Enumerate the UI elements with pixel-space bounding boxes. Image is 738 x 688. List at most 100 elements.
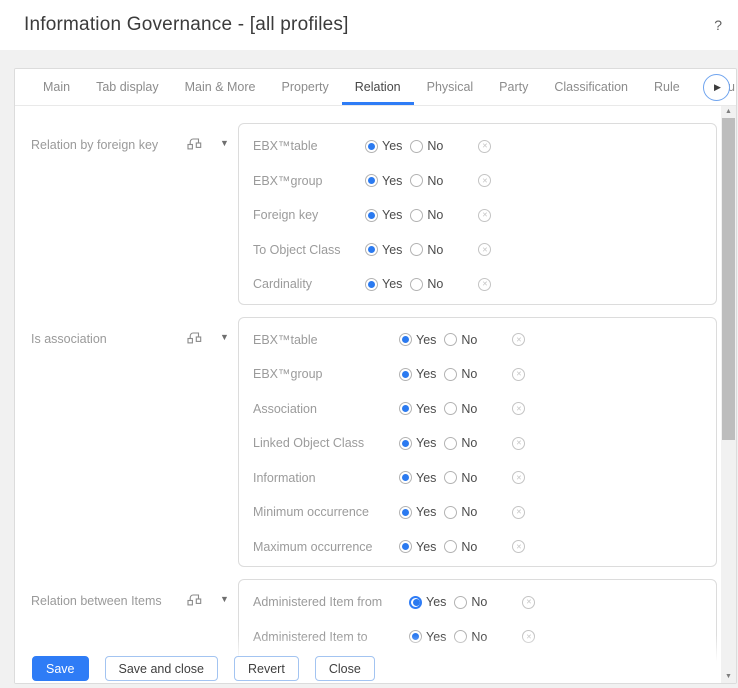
radio-yes-circle[interactable] — [365, 243, 378, 256]
radio-yes[interactable]: Yes — [399, 436, 436, 450]
tab-physical[interactable]: Physical — [414, 69, 487, 105]
radio-no-circle[interactable] — [454, 596, 467, 609]
radio-yes[interactable]: Yes — [399, 540, 436, 554]
radio-no-circle[interactable] — [444, 471, 457, 484]
clear-icon[interactable]: ✕ — [478, 209, 491, 222]
radio-no[interactable]: No — [410, 174, 443, 188]
clear-icon[interactable]: ✕ — [512, 471, 525, 484]
chevron-down-icon[interactable]: ▼ — [220, 138, 229, 148]
radio-no[interactable]: No — [410, 139, 443, 153]
radio-no-circle[interactable] — [410, 278, 423, 291]
clear-icon[interactable]: ✕ — [512, 368, 525, 381]
field-label: Foreign key — [253, 208, 365, 222]
radio-no[interactable]: No — [454, 595, 487, 609]
radio-no[interactable]: No — [444, 367, 477, 381]
chevron-down-icon[interactable]: ▼ — [220, 332, 229, 342]
clear-icon[interactable]: ✕ — [522, 596, 535, 609]
clear-icon[interactable]: ✕ — [478, 243, 491, 256]
save-button[interactable]: Save — [32, 656, 89, 681]
radio-yes[interactable]: Yes — [399, 333, 436, 347]
clear-icon[interactable]: ✕ — [478, 174, 491, 187]
radio-label: Yes — [416, 333, 436, 347]
clear-icon[interactable]: ✕ — [512, 333, 525, 346]
radio-no[interactable]: No — [444, 402, 477, 416]
save-and-close-button[interactable]: Save and close — [105, 656, 218, 681]
radio-yes[interactable]: Yes — [365, 277, 402, 291]
radio-label: No — [461, 540, 477, 554]
radio-no-circle[interactable] — [444, 402, 457, 415]
radio-yes-circle[interactable] — [399, 506, 412, 519]
radio-yes[interactable]: Yes — [399, 471, 436, 485]
radio-no-circle[interactable] — [444, 368, 457, 381]
revert-button[interactable]: Revert — [234, 656, 299, 681]
radio-label: No — [427, 174, 443, 188]
radio-yes[interactable]: Yes — [399, 367, 436, 381]
tab-classification[interactable]: Classification — [541, 69, 641, 105]
field-row-ebx-table: EBX™tableYesNo✕ — [239, 129, 716, 164]
radio-no-circle[interactable] — [410, 174, 423, 187]
radio-yes-circle[interactable] — [399, 540, 412, 553]
radio-yes-circle[interactable] — [399, 471, 412, 484]
tab-party[interactable]: Party — [486, 69, 541, 105]
radio-yes[interactable]: Yes — [399, 402, 436, 416]
radio-no[interactable]: No — [444, 540, 477, 554]
radio-no-circle[interactable] — [444, 437, 457, 450]
radio-no-circle[interactable] — [444, 333, 457, 346]
tab-main-more[interactable]: Main & More — [172, 69, 269, 105]
radio-yes[interactable]: Yes — [365, 139, 402, 153]
radio-no[interactable]: No — [444, 505, 477, 519]
clear-icon[interactable]: ✕ — [512, 506, 525, 519]
radio-yes-circle[interactable] — [399, 368, 412, 381]
radio-yes-circle[interactable] — [399, 437, 412, 450]
tab-relation[interactable]: Relation — [342, 69, 414, 105]
tab-main[interactable]: Main — [30, 69, 83, 105]
radio-yes[interactable]: Yes — [409, 595, 446, 609]
radio-yes-circle[interactable] — [365, 278, 378, 291]
radio-yes-circle[interactable] — [365, 140, 378, 153]
radio-yes-circle[interactable] — [409, 596, 422, 609]
radio-yes[interactable]: Yes — [399, 505, 436, 519]
vertical-scrollbar[interactable]: ▲ ▼ — [721, 106, 736, 683]
radio-yes-circle[interactable] — [399, 333, 412, 346]
radio-yes[interactable]: Yes — [365, 208, 402, 222]
close-button[interactable]: Close — [315, 656, 375, 681]
tab-tab-display[interactable]: Tab display — [83, 69, 172, 105]
radio-no[interactable]: No — [444, 436, 477, 450]
field-row-information: InformationYesNo✕ — [239, 461, 716, 496]
tab-rule[interactable]: Rule — [641, 69, 693, 105]
radio-no[interactable]: No — [410, 208, 443, 222]
clear-icon[interactable]: ✕ — [512, 437, 525, 450]
radio-yes-circle[interactable] — [365, 174, 378, 187]
radio-no-circle[interactable] — [410, 243, 423, 256]
scroll-down-icon[interactable]: ▼ — [721, 673, 736, 680]
radio-no-circle[interactable] — [410, 209, 423, 222]
clear-icon[interactable]: ✕ — [478, 278, 491, 291]
section-box: EBX™tableYesNo✕EBX™groupYesNo✕Associatio… — [238, 317, 717, 568]
clear-icon[interactable]: ✕ — [512, 402, 525, 415]
tab-label: Property — [282, 80, 329, 94]
radio-label: No — [427, 139, 443, 153]
scroll-up-icon[interactable]: ▲ — [721, 108, 736, 115]
radio-no-circle[interactable] — [444, 506, 457, 519]
radio-yes[interactable]: Yes — [365, 243, 402, 257]
radio-no[interactable]: No — [444, 333, 477, 347]
radio-label: No — [427, 208, 443, 222]
radio-yes-circle[interactable] — [399, 402, 412, 415]
tab-property[interactable]: Property — [269, 69, 342, 105]
radio-no-circle[interactable] — [444, 540, 457, 553]
clear-icon[interactable]: ✕ — [512, 540, 525, 553]
section-label: Is association — [31, 332, 107, 346]
more-tabs-button[interactable]: ▶ — [703, 74, 730, 101]
radio-no[interactable]: No — [410, 243, 443, 257]
radio-yes-circle[interactable] — [365, 209, 378, 222]
scrollbar-thumb[interactable] — [722, 118, 735, 440]
radio-no[interactable]: No — [410, 277, 443, 291]
clear-icon[interactable]: ✕ — [478, 140, 491, 153]
radio-yes[interactable]: Yes — [365, 174, 402, 188]
relationship-icon — [187, 330, 202, 349]
radio-no[interactable]: No — [444, 471, 477, 485]
radio-no-circle[interactable] — [410, 140, 423, 153]
help-icon[interactable]: ? — [714, 0, 722, 50]
chevron-down-icon[interactable]: ▼ — [220, 594, 229, 604]
section-label: Relation by foreign key — [31, 138, 158, 152]
